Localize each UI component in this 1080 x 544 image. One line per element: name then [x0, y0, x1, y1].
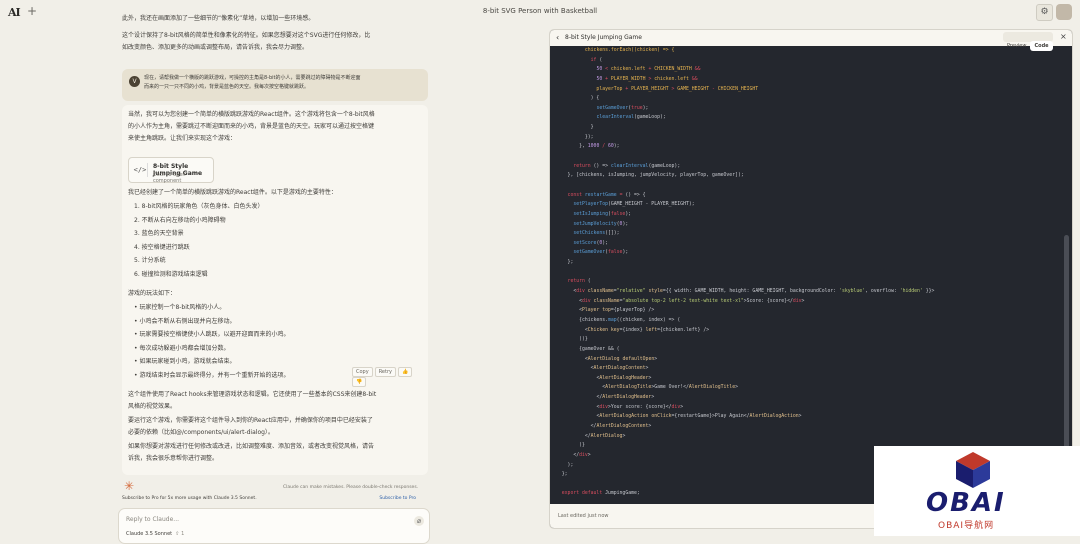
close-icon[interactable]: × — [1060, 32, 1067, 41]
code-editor[interactable]: chickens.forEach((chicken) => { if ( 50 … — [556, 46, 1056, 500]
watermark-sub: OBAI导航网 — [938, 521, 995, 531]
copy-button[interactable]: Copy — [352, 367, 373, 377]
thumbs-up-icon[interactable]: 👍 — [398, 367, 413, 377]
sliders-icon[interactable]: ⚙ — [1036, 4, 1053, 21]
response-text: 游戏的玩法如下： — [128, 290, 177, 297]
artifact-card[interactable]: </> 8-bit Style Jumping Game Click to op… — [128, 157, 214, 184]
artifact-panel-title: 8-bit Style Jumping Game — [565, 34, 642, 41]
list-item: 2. 不断从右向左移动的小鸡障碍物 — [134, 216, 226, 224]
assistant-prev-line: 此外，我还在画面添加了一些细节的“像素化”草地，以增加一些环境感。 — [122, 15, 315, 22]
response-text: 我已经创建了一个简单的横版跳跃游戏的React组件。以下是游戏的主要特性： — [128, 189, 337, 196]
reply-placeholder: Reply to Claude... — [126, 516, 180, 523]
disclaimer: Claude can make mistakes. Please double-… — [283, 485, 419, 490]
list-item: 1. 8-bit风格的玩家角色（灰色身体、白色头发） — [134, 203, 264, 210]
list-item: • 玩家控制一个8-bit风格的小人。 — [134, 304, 226, 311]
assistant-response: 当然，我可以为您创建一个简单的横版跳跃游戏的React组件。这个游戏将包含一个8… — [122, 105, 428, 475]
watermark: OBAI OBAI导航网 — [874, 446, 1080, 536]
list-item: 5. 计分系统 — [134, 257, 166, 264]
artifact-subtitle: Click to open component — [153, 172, 186, 184]
list-item: 6. 碰撞检测和游戏结束逻辑 — [134, 270, 208, 278]
avatar[interactable] — [1056, 4, 1072, 20]
user-message: V 现在，请帮我做一个横版的跳跃游戏，可操控的主角是8-bit的小人，需要跳过的… — [122, 69, 428, 101]
back-icon[interactable]: ‹ — [556, 33, 559, 42]
list-item: • 玩家需要按空格键使小人跳跃，以避开迎面而来的小鸡。 — [134, 331, 290, 338]
response-text: 必要的依赖（比如@/components/ui/alert-dialog）。 — [128, 429, 274, 436]
feature-list: 1. 8-bit风格的玩家角色（灰色身体、白色头发） 2. 不断从右向左移动的小… — [134, 200, 414, 281]
response-text: 诉我，我会很乐意帮你进行调整。 — [128, 455, 219, 462]
cube-logo-icon — [956, 452, 990, 488]
artifact-header: ‹ 8-bit Style Jumping Game Preview Code × — [550, 30, 1072, 51]
response-text: 来使主角跳跃。让我们来实现这个游戏： — [128, 135, 237, 142]
response-text: 要运行这个游戏，你需要将这个组件导入到你的React应用中，并确保你的项目中已经… — [128, 417, 373, 424]
watermark-brand: OBAI — [926, 488, 1006, 518]
list-item: 4. 按空格键进行跳跃 — [134, 243, 190, 251]
user-avatar: V — [129, 76, 140, 87]
pro-text: Subscribe to Pro for 5x more usage with … — [122, 496, 257, 501]
model-selector[interactable]: Claude 3.5 Sonnet ⇧ 1 — [126, 531, 184, 537]
paperclip-icon[interactable]: ⌀ — [414, 516, 424, 526]
reply-input[interactable]: Reply to Claude... Claude 3.5 Sonnet ⇧ 1… — [118, 508, 430, 544]
list-item: • 每次成功躲避小鸡都会增加分数。 — [134, 344, 230, 352]
view-tabs: Preview Code — [1003, 32, 1053, 51]
last-edited: Last edited just now — [558, 513, 609, 519]
response-text: 当然，我可以为您创建一个简单的横版跳跃游戏的React组件。这个游戏将包含一个8… — [128, 111, 375, 118]
pro-banner: Subscribe to Pro for 5x more usage with … — [122, 496, 420, 506]
response-text: 的小人作为主角，需要跳过不断迎面而来的小鸡，背景是蓝色的天空。玩家可以通过按空格… — [128, 123, 375, 130]
subscribe-link[interactable]: Subscribe to Pro — [379, 496, 416, 501]
response-text: 如果你想要对游戏进行任何修改或改进，比如调整难度、添加音效，或者改变视觉风格，请… — [128, 443, 375, 450]
retry-button[interactable]: Retry — [374, 367, 396, 377]
message-actions: Copy Retry 👍 👎 — [352, 367, 430, 387]
list-item: • 小鸡会不断从右侧出现并向左移动。 — [134, 317, 236, 325]
user-message-text: 现在，请帮我做一个横版的跳跃游戏，可操控的主角是8-bit的小人，需要跳过的障碍… — [144, 75, 361, 90]
thumbs-down-icon[interactable]: 👎 — [352, 377, 367, 387]
list-item: 3. 蓝色的天空背景 — [134, 230, 184, 237]
assistant-prev-line: 这个设计保持了8-bit风格的简单性和像素化的特征。如果您想要对这个SVG进行任… — [122, 32, 371, 39]
assistant-prev-line: 如改变颜色、添加更多的动画或调整布局，请告诉我，我会尽力调整。 — [122, 44, 309, 51]
response-text: 风格的视觉效果。 — [128, 403, 177, 410]
code-icon: </> — [133, 163, 148, 177]
response-text: 这个组件使用了React hooks来管理游戏状态和逻辑。它还使用了一些基本的C… — [128, 391, 377, 398]
claude-spark-icon: ✳ — [124, 479, 135, 493]
chat-column: 此外，我还在画面添加了一些细节的“像素化”草地，以增加一些环境感。 这个设计保持… — [118, 10, 430, 544]
